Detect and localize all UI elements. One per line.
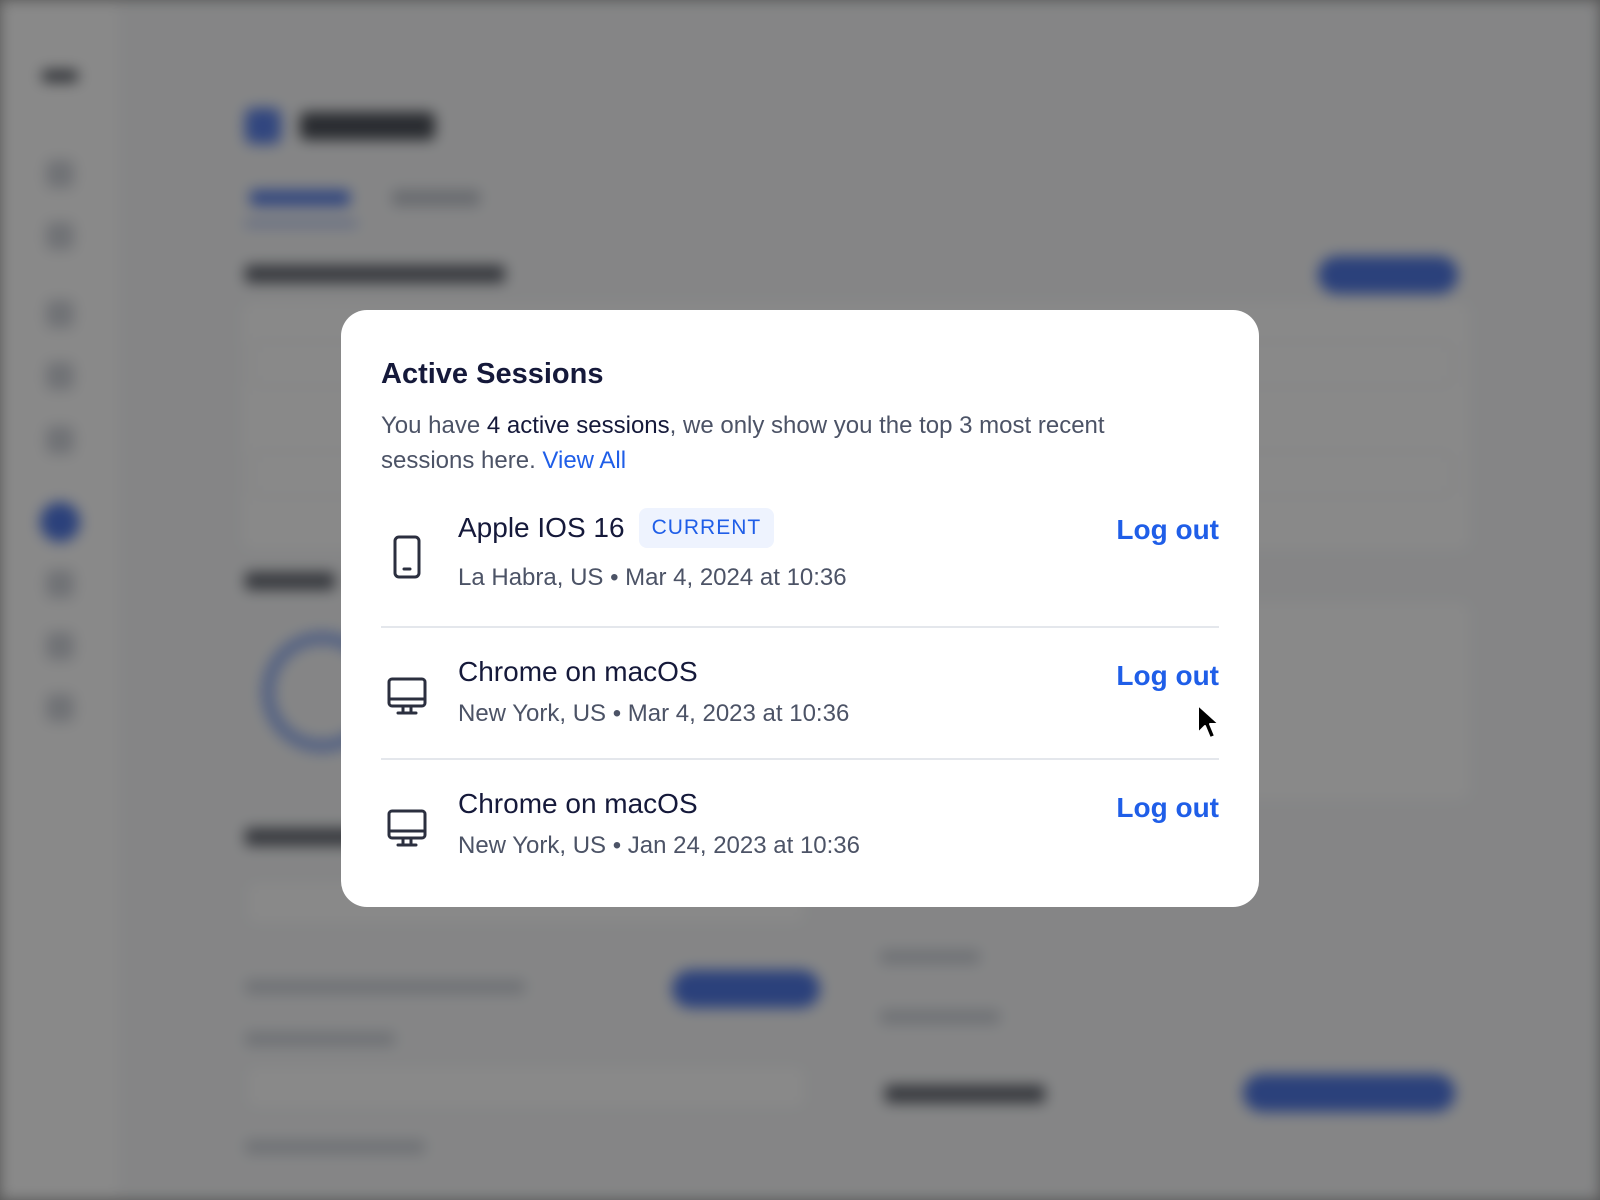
session-name-row: Chrome on macOS <box>458 786 698 822</box>
session-location-date: New York, US • Mar 4, 2023 at 10:36 <box>458 700 850 727</box>
session-name-row: Apple IOS 16 CURRENT <box>458 508 775 548</box>
active-sessions-dialog: Active Sessions You have 4 active sessio… <box>341 310 1259 907</box>
desktop-icon <box>381 670 433 722</box>
log-out-button[interactable]: Log out <box>1116 790 1219 826</box>
session-row: Apple IOS 16 CURRENT La Habra, US • Mar … <box>381 506 1219 626</box>
session-row: Chrome on macOS New York, US • Jan 24, 2… <box>381 758 1219 890</box>
mouse-pointer-icon <box>1196 703 1222 741</box>
current-session-badge: CURRENT <box>638 508 775 548</box>
view-all-link[interactable]: View All <box>542 447 626 474</box>
active-session-count: 4 active sessions <box>486 412 670 439</box>
session-location-date: New York, US • Jan 24, 2023 at 10:36 <box>458 832 860 859</box>
log-out-button[interactable]: Log out <box>1116 512 1219 548</box>
session-device-name: Chrome on macOS <box>458 788 698 819</box>
session-row: Chrome on macOS New York, US • Mar 4, 20… <box>381 626 1219 758</box>
session-device-name: Chrome on macOS <box>458 656 698 687</box>
desktop-icon <box>381 802 433 854</box>
smartphone-icon <box>381 531 433 583</box>
dialog-description: You have 4 active sessions, we only show… <box>381 408 1201 478</box>
session-name-row: Chrome on macOS <box>458 654 698 690</box>
session-device-name: Apple IOS 16 <box>458 512 625 543</box>
log-out-button[interactable]: Log out <box>1116 658 1219 694</box>
session-location-date: La Habra, US • Mar 4, 2024 at 10:36 <box>458 564 847 591</box>
description-prefix: You have <box>381 412 487 439</box>
dialog-title: Active Sessions <box>381 358 604 390</box>
session-list: Apple IOS 16 CURRENT La Habra, US • Mar … <box>381 506 1219 890</box>
